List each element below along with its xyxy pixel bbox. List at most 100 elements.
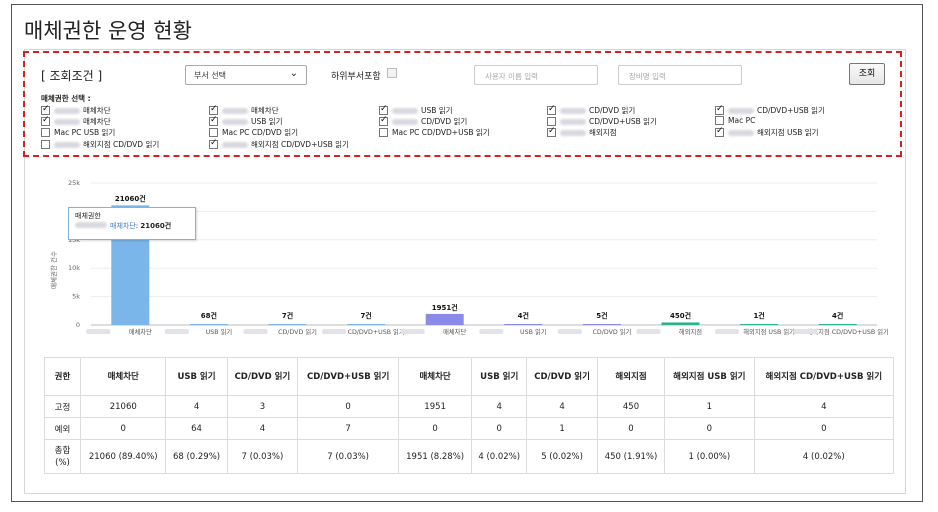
table-header-cell: 매체차단 (397, 357, 473, 396)
table-cell: 450 (596, 395, 666, 418)
x-tick-label: 매체차단 (443, 327, 466, 336)
table-header-cell: USB 읽기 (471, 357, 528, 396)
bar[interactable] (504, 324, 543, 325)
y-tick-label: 5k (72, 293, 80, 301)
data-label: 4건 (832, 311, 843, 320)
table-cell: 64 (165, 417, 228, 440)
bar[interactable] (268, 324, 307, 325)
x-tick-label: 해외지점 CD/DVD+USB 읽기 (807, 327, 889, 336)
x-tick-redaction (636, 329, 661, 334)
table-cell: 7 (0.03%) (226, 439, 299, 474)
table-cell: 4 (0.02%) (753, 439, 895, 474)
data-label: 7건 (282, 311, 293, 320)
bar[interactable] (425, 313, 464, 325)
row-header-cell: 고정 (44, 395, 81, 418)
table-cell: 7 (0.03%) (297, 439, 399, 474)
table-cell: 4 (471, 395, 528, 418)
data-label: 68건 (201, 311, 217, 320)
x-tick-redaction (557, 329, 582, 334)
table-cell: 0 (664, 417, 755, 440)
row-header-cell: 총합 (%) (44, 439, 81, 474)
table-cell: 3 (226, 395, 299, 418)
y-tick-label: 10k (68, 264, 80, 272)
x-tick-redaction (479, 329, 504, 334)
table-cell: 7 (297, 417, 399, 440)
x-tick-redaction (322, 329, 347, 334)
table-cell: 0 (596, 417, 666, 440)
y-tick-label: 25k (68, 179, 80, 187)
table-cell: 21060 (89.40%) (79, 439, 167, 474)
bar[interactable] (818, 324, 857, 325)
table-cell: 0 (397, 417, 473, 440)
table-cell: 0 (297, 395, 399, 418)
bar[interactable] (189, 324, 228, 325)
table-cell: 68 (0.29%) (165, 439, 228, 474)
bar[interactable] (740, 324, 779, 325)
x-tick-label: 매체차단 (129, 327, 152, 336)
data-label: 4건 (518, 311, 529, 320)
bars: 21060건 68건 7건 7건 1951건 4건 5건 450건 1건 4건 (111, 194, 857, 325)
bar[interactable] (582, 324, 621, 325)
data-label: 450건 (670, 311, 691, 320)
x-tick-label: USB 읽기 (206, 327, 233, 336)
x-tick-label: 해외지점 (679, 327, 702, 336)
row-header-cell: 예외 (44, 417, 81, 440)
table-cell: 4 (526, 395, 598, 418)
data-label: 1951건 (432, 303, 458, 312)
data-label: 21060건 (115, 194, 146, 203)
table-row: 예외 0 64 4 7 0 0 1 0 0 0 (44, 417, 895, 440)
x-tick-label: USB 읽기 (520, 327, 547, 336)
table-cell: 1 (526, 417, 598, 440)
bar[interactable] (661, 322, 700, 325)
x-tick-label: CD/DVD 읽기 (592, 327, 631, 336)
y-tick-label: 0 (76, 321, 80, 329)
tooltip-series: 매체차단 (110, 222, 136, 230)
table-row: 총합 (%) 21060 (89.40%) 68 (0.29%) 7 (0.03%) 7… (44, 439, 895, 474)
x-tick-redaction (793, 329, 818, 334)
x-tick-redaction (86, 329, 111, 334)
table-header-cell: 권한 (44, 357, 81, 396)
table-cell: 1951 (397, 395, 473, 418)
table-header-cell: CD/DVD 읽기 (526, 357, 598, 396)
table-cell: 1 (664, 395, 755, 418)
x-axis-labels: 매체차단 USB 읽기 CD/DVD 읽기 CD/DVD+USB 읽기 매체차단 USB … (86, 327, 889, 336)
table-cell: 450 (1.91%) (596, 439, 666, 474)
gridlines (91, 182, 877, 326)
data-label: 7건 (360, 311, 371, 320)
table-header-cell: 해외지점 CD/DVD+USB 읽기 (753, 357, 895, 396)
table-cell: 4 (165, 395, 228, 418)
table-cell: 1951 (8.28%) (397, 439, 473, 474)
table-cell: 21060 (79, 395, 167, 418)
table-cell: 1 (0.00%) (664, 439, 755, 474)
data-label: 1건 (753, 311, 764, 320)
x-tick-redaction (715, 329, 740, 334)
x-tick-label: CD/DVD+USB 읽기 (348, 327, 405, 336)
table-header-cell: CD/DVD 읽기 (226, 357, 299, 396)
x-tick-redaction (164, 329, 189, 334)
table-cell: 0 (471, 417, 528, 440)
table-cell: 4 (0.02%) (471, 439, 528, 474)
bar[interactable] (347, 324, 386, 325)
x-tick-label: 해외지점 USB 읽기 (743, 327, 795, 336)
x-tick-redaction (400, 329, 425, 334)
table-header-cell: CD/DVD+USB 읽기 (297, 357, 399, 396)
table-cell: 0 (79, 417, 167, 440)
table-cell: 4 (226, 417, 299, 440)
tooltip-title: 매체권한 (75, 212, 101, 220)
table-header-cell: USB 읽기 (165, 357, 228, 396)
table-row: 고정 21060 4 3 0 1951 4 4 450 1 4 (44, 395, 895, 418)
chart-tooltip: 매체권한 매체차단: 21060건 (68, 207, 196, 240)
data-label: 5건 (596, 311, 607, 320)
table-cell: 4 (753, 395, 895, 418)
y-axis: 25k20k15k10k5k0 (68, 179, 80, 329)
table-header-cell: 해외지점 USB 읽기 (664, 357, 755, 396)
table-cell: 5 (0.02%) (526, 439, 598, 474)
table-header-row: 권한 매체차단 USB 읽기 CD/DVD 읽기 CD/DVD+USB 읽기 매체차단 US… (44, 357, 895, 396)
table-header-cell: 매체차단 (79, 357, 167, 396)
x-tick-redaction (243, 329, 268, 334)
tooltip-value: 21060건 (140, 222, 172, 230)
permission-summary-table: 권한 매체차단 USB 읽기 CD/DVD 읽기 CD/DVD+USB 읽기 매체차단 US… (44, 357, 895, 474)
y-axis-label: 매체권한 건수 (49, 251, 58, 289)
table-cell: 0 (753, 417, 895, 440)
x-tick-label: CD/DVD 읽기 (278, 327, 317, 336)
